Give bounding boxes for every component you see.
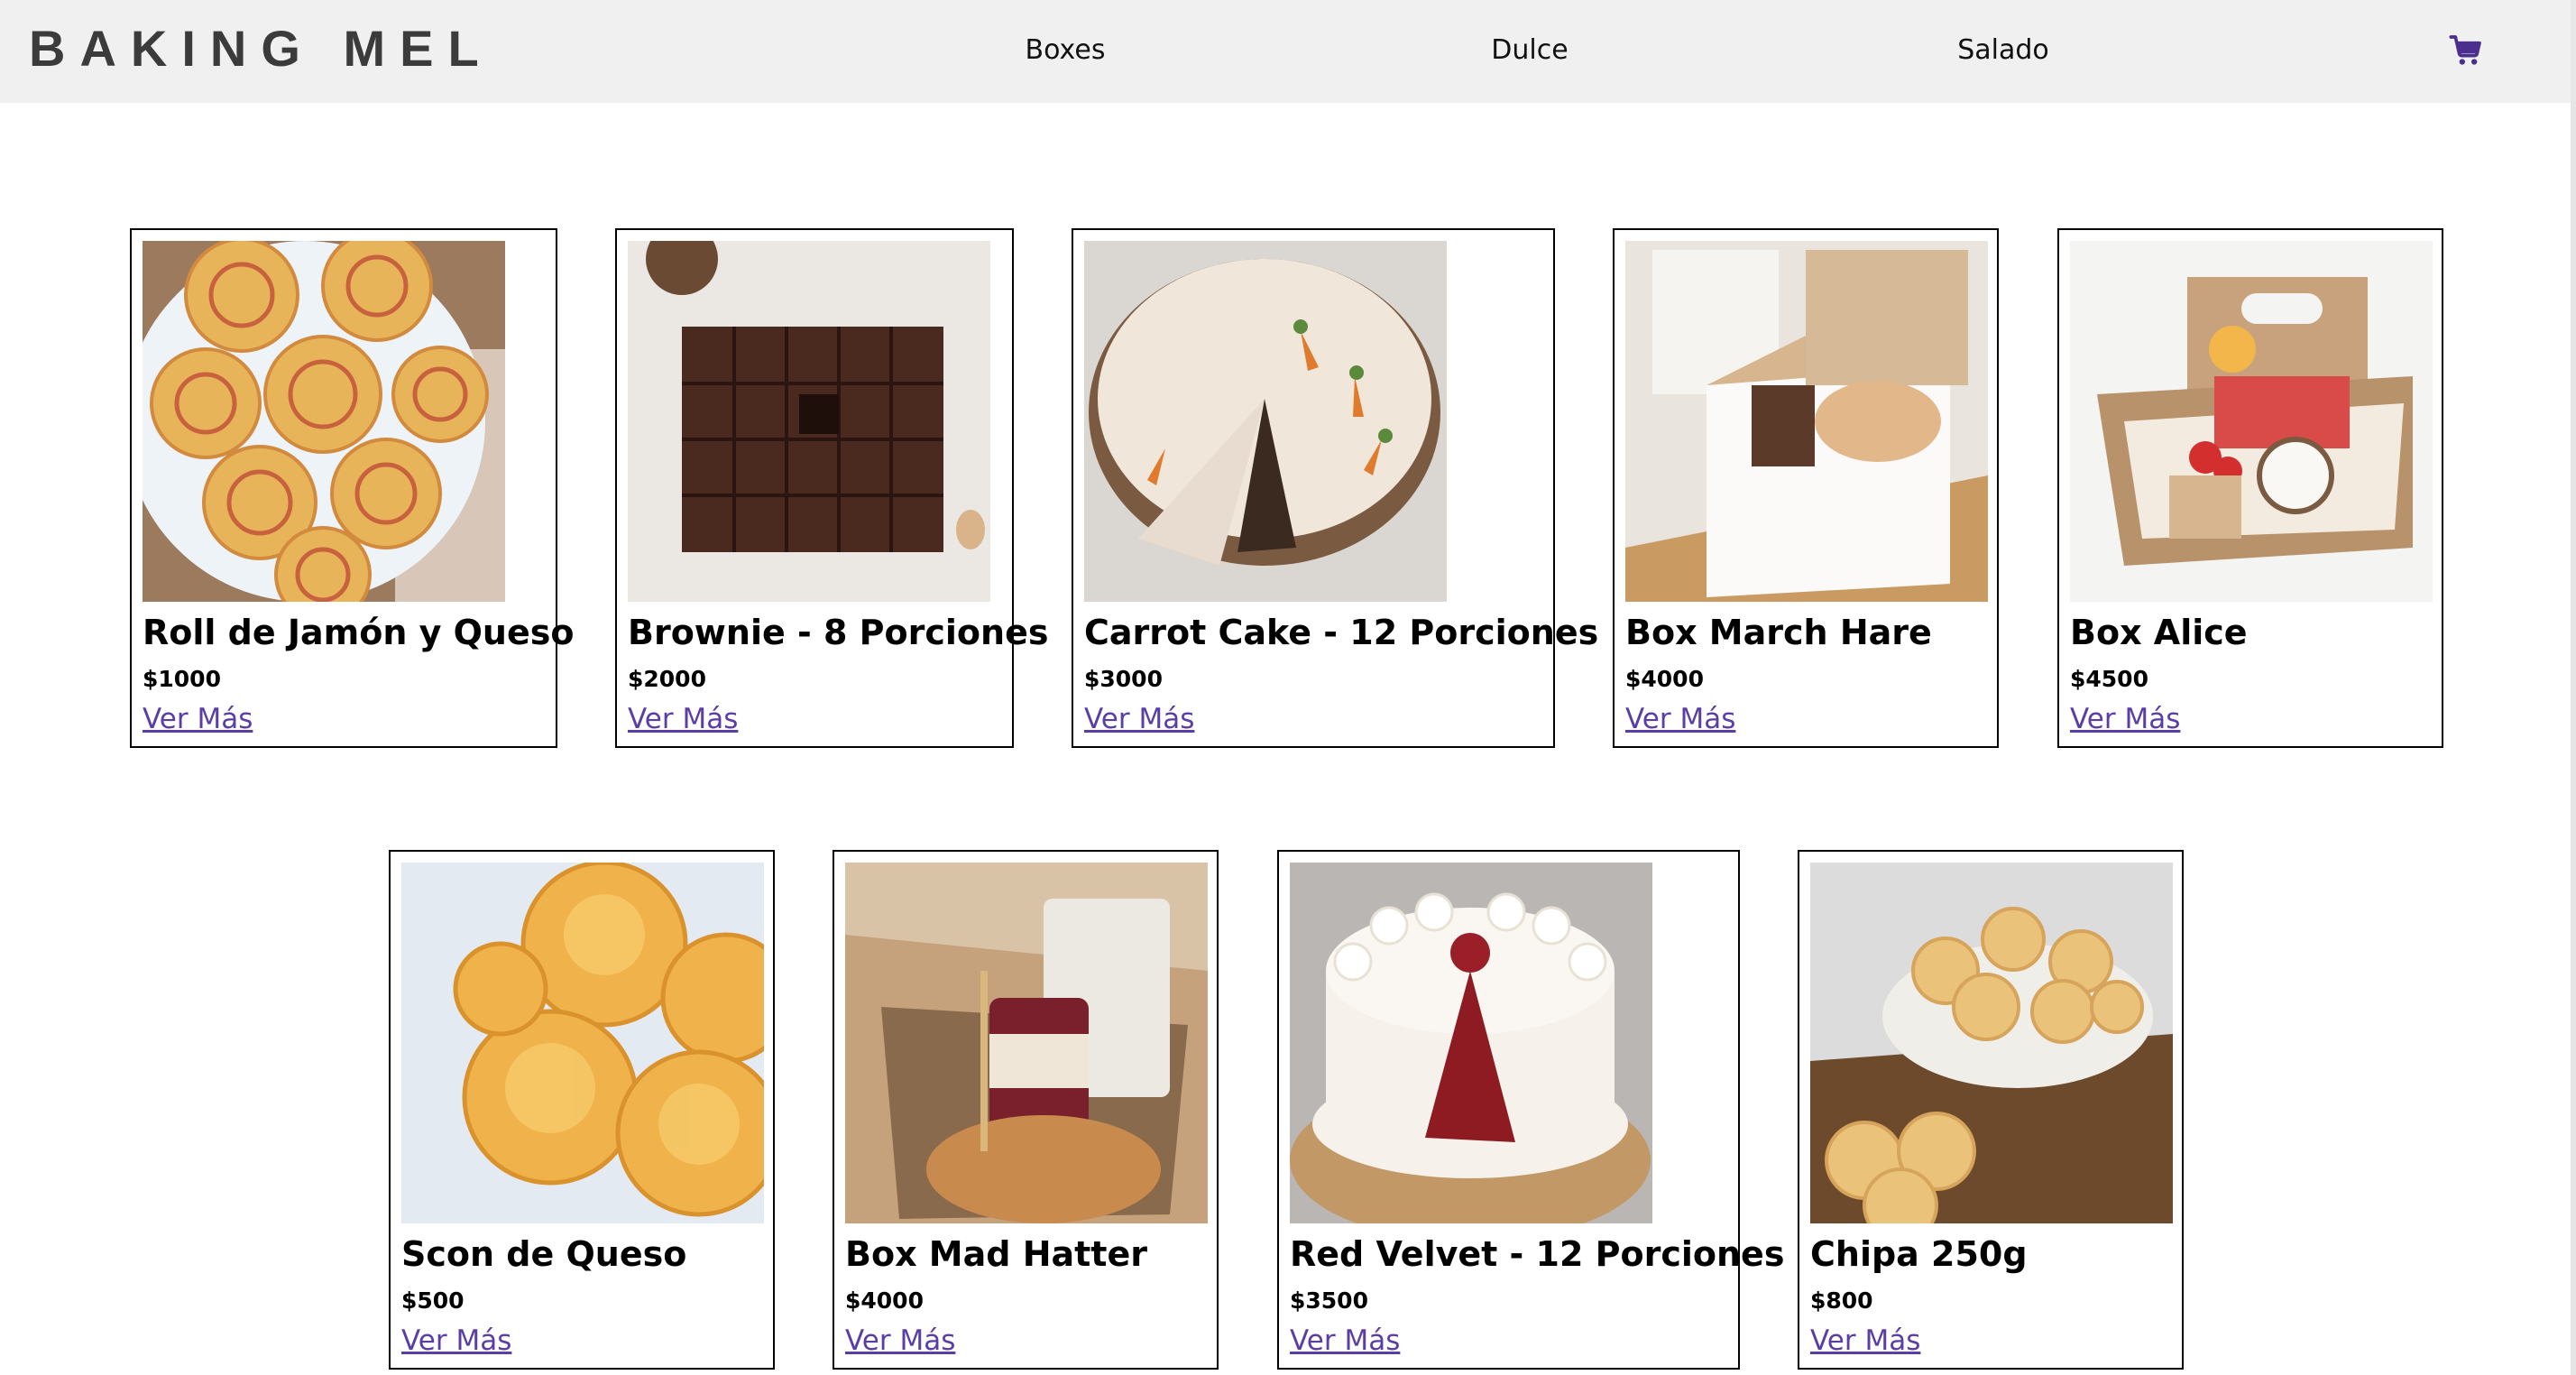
product-name: Box Mad Hatter	[845, 1234, 1147, 1274]
ver-mas-link[interactable]: Ver Más	[845, 1321, 955, 1361]
ver-mas-link[interactable]: Ver Más	[1625, 699, 1735, 739]
product-card: Box March Hare $4000 Ver Más	[1613, 228, 1999, 748]
product-price: $3000	[1084, 666, 1163, 692]
product-card: Scon de Queso $500 Ver Más	[389, 850, 775, 1370]
product-name: Scon de Queso	[401, 1234, 687, 1274]
product-card: Brownie - 8 Porciones $2000 Ver Más	[615, 228, 1048, 748]
product-price: $4000	[1625, 666, 1704, 692]
ham-cheese-pinwheels-photo[interactable]	[143, 241, 505, 602]
product-name: Roll de Jamón y Queso	[143, 613, 575, 652]
product-name: Brownie - 8 Porciones	[628, 613, 1049, 652]
ver-mas-link[interactable]: Ver Más	[1084, 699, 1194, 739]
product-price: $500	[401, 1287, 465, 1314]
ver-mas-link[interactable]: Ver Más	[1290, 1321, 1400, 1361]
product-card: Box Mad Hatter $4000 Ver Más	[833, 850, 1219, 1370]
nav-link-salado[interactable]: Salado	[1957, 27, 2049, 74]
chipa-bread-photo[interactable]	[1810, 863, 2173, 1223]
carrot-cake-photo[interactable]	[1084, 241, 1447, 602]
product-name: Red Velvet - 12 Porciones	[1290, 1234, 1785, 1274]
product-name: Chipa 250g	[1810, 1234, 2028, 1274]
brand-logo[interactable]: BAKING MEL	[29, 13, 493, 85]
product-price: $4500	[2070, 666, 2148, 692]
product-name: Box March Hare	[1625, 613, 1932, 652]
product-card: Chipa 250g $800 Ver Más	[1798, 850, 2184, 1370]
red-velvet-cake-photo[interactable]	[1290, 863, 1652, 1223]
shopping-cart-icon[interactable]	[2448, 32, 2484, 69]
nav-link-dulce[interactable]: Dulce	[1491, 27, 1568, 74]
ver-mas-link[interactable]: Ver Más	[143, 699, 253, 739]
window-edge	[2571, 0, 2576, 1375]
gift-box-with-strawberries-photo[interactable]	[2070, 241, 2433, 602]
product-price: $3500	[1290, 1287, 1368, 1314]
product-card: Roll de Jamón y Queso $1000 Ver Más	[130, 228, 574, 748]
coffee-gift-box-photo[interactable]	[845, 863, 1208, 1223]
ver-mas-link[interactable]: Ver Más	[2070, 699, 2180, 739]
product-name: Carrot Cake - 12 Porciones	[1084, 613, 1599, 652]
product-card: Carrot Cake - 12 Porciones $3000 Ver Más	[1072, 228, 1598, 748]
navbar: BAKING MEL Boxes Dulce Salado	[0, 0, 2576, 103]
ver-mas-link[interactable]: Ver Más	[401, 1321, 511, 1361]
product-card: Box Alice $4500 Ver Más	[2057, 228, 2443, 748]
product-price: $4000	[845, 1287, 924, 1314]
nav-link-boxes[interactable]: Boxes	[1026, 27, 1106, 74]
ver-mas-link[interactable]: Ver Más	[628, 699, 738, 739]
brownie-squares-photo[interactable]	[628, 241, 990, 602]
gift-box-photo[interactable]	[1625, 241, 1988, 602]
product-price: $1000	[143, 666, 221, 692]
product-name: Box Alice	[2070, 613, 2248, 652]
product-price: $800	[1810, 1287, 1873, 1314]
ver-mas-link[interactable]: Ver Más	[1810, 1321, 1920, 1361]
product-price: $2000	[628, 666, 706, 692]
product-card: Red Velvet - 12 Porciones $3500 Ver Más	[1277, 850, 1784, 1370]
cheese-scones-photo[interactable]	[401, 863, 764, 1223]
